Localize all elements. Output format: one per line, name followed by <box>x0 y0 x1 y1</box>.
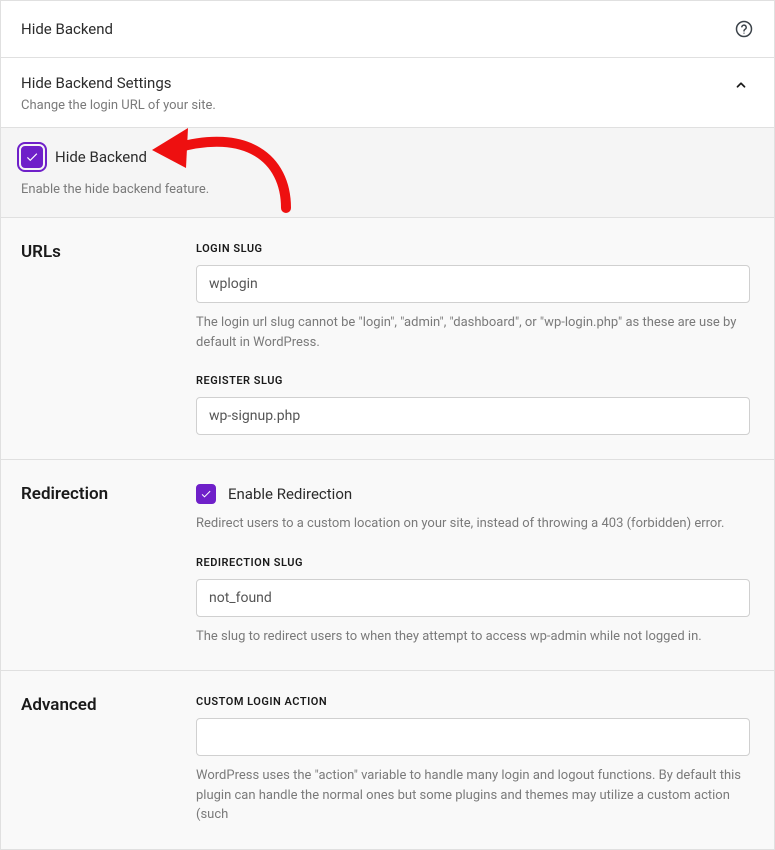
chevron-up-icon <box>734 74 754 94</box>
enable-redirection-help: Redirect users to a custom location on y… <box>196 514 750 534</box>
panel-header: Hide Backend <box>1 1 774 58</box>
advanced-section: Advanced CUSTOM LOGIN ACTION WordPress u… <box>1 671 774 849</box>
login-slug-input[interactable] <box>196 265 750 303</box>
custom-login-action-help: WordPress uses the "action" variable to … <box>196 766 750 825</box>
redirection-slug-input[interactable] <box>196 579 750 617</box>
settings-title: Hide Backend Settings <box>21 74 216 92</box>
panel-title: Hide Backend <box>21 20 113 38</box>
urls-section: URLs LOGIN SLUG The login url slug canno… <box>1 218 774 460</box>
enable-redirection-label: Enable Redirection <box>228 485 352 503</box>
redirection-slug-help: The slug to redirect users to when they … <box>196 627 750 647</box>
section-title-advanced: Advanced <box>1 695 196 825</box>
settings-subtitle: Change the login URL of your site. <box>21 98 216 113</box>
register-slug-label: REGISTER SLUG <box>196 374 750 387</box>
login-slug-help: The login url slug cannot be "login", "a… <box>196 313 750 352</box>
redirection-slug-label: REDIRECTION SLUG <box>196 556 750 569</box>
help-icon[interactable] <box>734 19 754 39</box>
enable-redirection-checkbox[interactable] <box>196 484 216 504</box>
register-slug-input[interactable] <box>196 397 750 435</box>
custom-login-action-label: CUSTOM LOGIN ACTION <box>196 695 750 708</box>
redirection-section: Redirection Enable Redirection Redirect … <box>1 460 774 671</box>
settings-accordion-header[interactable]: Hide Backend Settings Change the login U… <box>1 58 774 127</box>
custom-login-action-input[interactable] <box>196 718 750 756</box>
section-title-redirection: Redirection <box>1 484 196 646</box>
section-title-urls: URLs <box>1 242 196 435</box>
login-slug-label: LOGIN SLUG <box>196 242 750 255</box>
feature-description: Enable the hide backend feature. <box>21 182 754 197</box>
hide-backend-checkbox-label: Hide Backend <box>55 148 147 166</box>
hide-backend-checkbox[interactable] <box>21 146 43 168</box>
feature-enable-section: Hide Backend Enable the hide backend fea… <box>1 127 774 218</box>
